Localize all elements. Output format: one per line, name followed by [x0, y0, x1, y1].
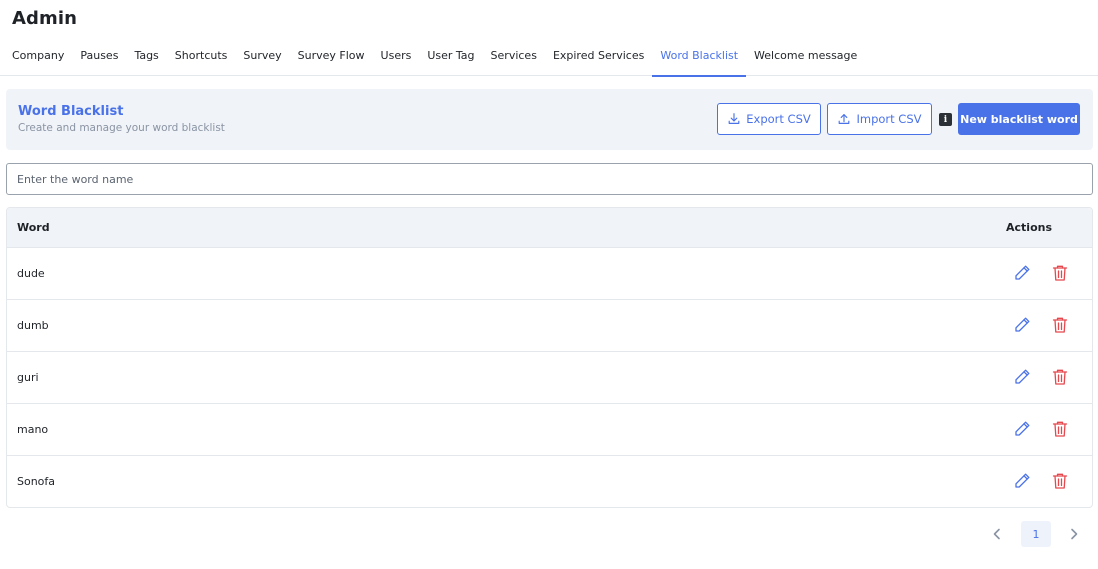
section-title: Word Blacklist: [18, 104, 124, 119]
table-row: Sonofa: [7, 456, 1092, 507]
import-csv-button[interactable]: Import CSV: [827, 103, 932, 135]
tab-users[interactable]: Users: [373, 40, 420, 76]
tab-pauses[interactable]: Pauses: [72, 40, 126, 76]
chevron-right-icon[interactable]: [1064, 524, 1084, 544]
trash-icon[interactable]: [1050, 419, 1070, 439]
word-cell: dumb: [17, 319, 49, 332]
table-row: dude: [7, 248, 1092, 300]
tab-welcome-message[interactable]: Welcome message: [746, 40, 865, 76]
pencil-icon[interactable]: [1012, 315, 1032, 335]
tab-services[interactable]: Services: [483, 40, 545, 76]
table-row: mano: [7, 404, 1092, 456]
word-cell: dude: [17, 267, 45, 280]
trash-icon[interactable]: [1050, 263, 1070, 283]
chevron-left-icon[interactable]: [987, 524, 1007, 544]
export-csv-label: Export CSV: [746, 112, 811, 126]
tab-expired-services[interactable]: Expired Services: [545, 40, 652, 76]
tab-tags[interactable]: Tags: [126, 40, 166, 76]
trash-icon[interactable]: [1050, 315, 1070, 335]
page-title: Admin: [12, 8, 78, 29]
pagination-page-1[interactable]: 1: [1021, 521, 1051, 547]
tab-word-blacklist[interactable]: Word Blacklist: [652, 40, 746, 77]
tab-user-tag[interactable]: User Tag: [419, 40, 482, 76]
column-header-word: Word: [17, 221, 50, 234]
tab-company[interactable]: Company: [4, 40, 72, 76]
word-cell: Sonofa: [17, 475, 56, 488]
tab-survey[interactable]: Survey: [235, 40, 289, 76]
word-cell: guri: [17, 371, 39, 384]
search-input[interactable]: [6, 163, 1093, 195]
column-header-actions: Actions: [1006, 221, 1052, 234]
download-icon: [727, 112, 741, 126]
section-subtitle: Create and manage your word blacklist: [18, 122, 225, 134]
pencil-icon[interactable]: [1012, 419, 1032, 439]
trash-icon[interactable]: [1050, 471, 1070, 491]
word-cell: mano: [17, 423, 49, 436]
import-csv-label: Import CSV: [856, 112, 922, 126]
tab-survey-flow[interactable]: Survey Flow: [290, 40, 373, 76]
table-header: Word Actions: [7, 208, 1092, 248]
tab-shortcuts[interactable]: Shortcuts: [167, 40, 236, 76]
info-icon[interactable]: i: [939, 113, 952, 126]
pencil-icon[interactable]: [1012, 471, 1032, 491]
pencil-icon[interactable]: [1012, 263, 1032, 283]
pencil-icon[interactable]: [1012, 367, 1032, 387]
word-table: Word Actions dude dumb guri mano Sonofa: [6, 207, 1093, 508]
tab-bar: Company Pauses Tags Shortcuts Survey Sur…: [0, 40, 1098, 77]
new-blacklist-word-button[interactable]: New blacklist word: [958, 103, 1080, 135]
table-row: dumb: [7, 300, 1092, 352]
table-row: guri: [7, 352, 1092, 404]
trash-icon[interactable]: [1050, 367, 1070, 387]
export-csv-button[interactable]: Export CSV: [717, 103, 821, 135]
section-header: Word Blacklist Create and manage your wo…: [6, 89, 1093, 150]
upload-icon: [837, 112, 851, 126]
